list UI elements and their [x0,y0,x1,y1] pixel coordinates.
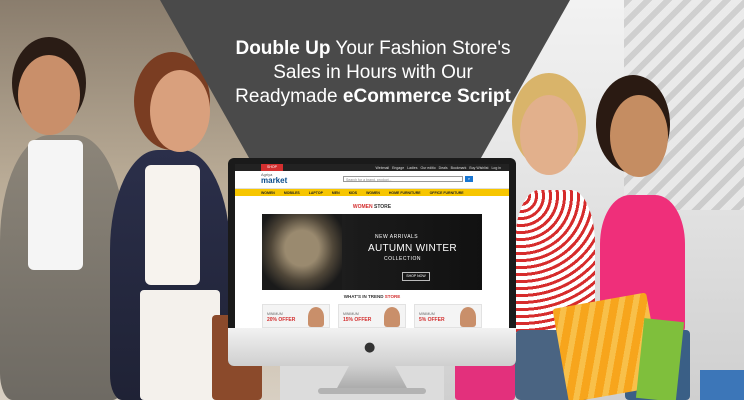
offer-value: 5% OFFER [419,317,445,323]
offer-model-image [384,307,400,327]
trend-title-main: WHAT'S IN TREND [343,294,384,299]
headline-rest-1: Your Fashion Store's [330,38,511,59]
trend-title-accent: STORE [383,294,401,299]
monitor-screen: Webmail Engage Ladies Our editio Deals B… [235,164,509,328]
imac-monitor: Webmail Engage Ladies Our editio Deals B… [228,158,516,366]
trend-title: WHAT'S IN TREND STORE [235,294,509,299]
offer-value: 20% OFFER [267,317,296,323]
offer-card[interactable]: MINIMUM 20% OFFER [262,304,330,328]
offer-product-image [460,307,476,327]
search-input[interactable]: Search for a brand, product... [343,176,463,182]
offer-card[interactable]: MINIMUM 5% OFFER [414,304,482,328]
headline-bold-3: eCommerce Script [342,86,511,107]
offer-label: MINIMUM [419,312,435,316]
offer-label: MINIMUM [343,312,359,316]
headline-line-2: Sales in Hours with Our [273,62,473,83]
shopper-4-head [610,95,668,177]
nav-item[interactable]: KIDS [349,191,357,195]
nav-item[interactable]: HOME FURNITURE [389,191,421,195]
shopper-2-pants [140,290,220,400]
site-nav: WOMEN MOBILES LAPTOP MEN KIDS WOMEN HOME… [235,189,509,196]
nav-item[interactable]: LAPTOP [309,191,323,195]
search-icon[interactable]: ⌕ [465,176,473,182]
offer-label: MINIMUM [267,312,283,316]
offer-row: MINIMUM 20% OFFER MINIMUM 15% OFFER MINI… [262,304,482,328]
headline-start-3: Readymade [235,86,343,107]
section-title-accent: WOMEN [352,204,373,210]
hero-line-3: COLLECTION [384,256,421,262]
logo-main: market [261,176,288,185]
nav-item[interactable]: OFFICE FURNITURE [430,191,464,195]
section-title: WOMEN STORE [235,204,509,210]
headline-line-1: Double Up Your Fashion Store's [186,37,560,61]
section-title-rest: STORE [372,204,392,210]
monitor-foot [318,388,426,394]
nav-item[interactable]: MEN [332,191,340,195]
nav-item[interactable]: WOMEN [366,191,380,195]
topbar-link[interactable]: Ladies [407,166,417,170]
nav-item[interactable]: WOMEN [261,191,275,195]
topbar-link[interactable]: Buy Wishlist [469,166,488,170]
green-shopping-bag [635,318,685,400]
offer-model-image [308,307,324,327]
topbar-link[interactable]: Bookmark [451,166,467,170]
shop-now-button[interactable]: SHOP NOW [402,272,430,281]
headline-bold-1: Double Up [235,38,331,59]
apple-logo-icon: ● [364,340,376,355]
hero-model-image [262,214,342,290]
shop-badge: SHOP [261,164,283,171]
topbar-link[interactable]: Engage [392,166,404,170]
headline-line-3: Readymade eCommerce Script [186,85,560,109]
nav-item[interactable]: MOBILES [284,191,300,195]
topbar-link[interactable]: Log in [491,166,501,170]
shopper-2-top [145,165,200,285]
shopper-1-head [18,55,80,135]
offer-value: 15% OFFER [343,317,372,323]
topbar-link[interactable]: Our editio [420,166,435,170]
blue-shopping-bag [700,370,744,400]
headline-text: Double Up Your Fashion Store's Sales in … [186,37,560,109]
offer-card[interactable]: MINIMUM 15% OFFER [338,304,406,328]
shopper-1-shirt [28,140,83,270]
topbar-link[interactable]: Deals [439,166,448,170]
hero-line-2: AUTUMN WINTER [368,243,457,254]
topbar-link[interactable]: Webmail [376,166,390,170]
hero-line-1: NEW ARRIVALS [375,234,419,240]
site-logo[interactable]: Agriya market [261,172,287,185]
